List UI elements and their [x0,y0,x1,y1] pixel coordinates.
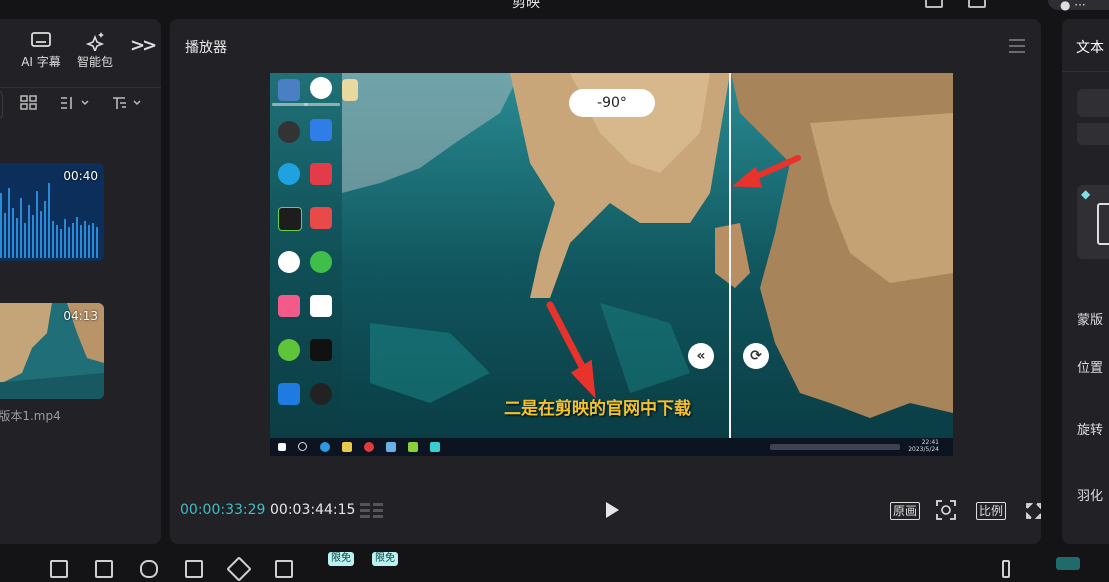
desktop-icon [342,79,358,101]
total-time: 00:03:44:15 [270,502,356,518]
mask-label: 蒙版 [1077,313,1104,328]
expand-tools-icon[interactable]: >> [130,35,157,56]
desktop-icon [310,251,332,273]
desktop-icon [278,339,300,361]
title-bar: 剪映 ● ··· [0,0,1109,14]
tab-text[interactable]: 文本 [1076,37,1104,57]
media-panel: AI 字幕 智能包 >> 00:40 04:13 -版本1.mp4 [0,19,161,544]
diamond-icon: ◆ [1081,187,1091,201]
rotate-label: 旋转 [1077,423,1104,438]
edge-icon [320,442,330,452]
smart-pack-label: 智能包 [76,55,113,69]
window-title: 剪映 [512,0,540,11]
free-badge: 限免 [328,552,354,566]
media-duration: 00:40 [63,169,98,183]
mirror-icon[interactable] [185,560,203,578]
app-icon [364,442,374,452]
layout-icon[interactable] [925,0,943,8]
app-icon [386,442,396,452]
properties-panel: 文本 ◆ 蒙版 位置 旋转 羽化 [1062,19,1109,544]
desktop-icon [278,251,300,273]
grid-view-icon[interactable] [20,93,38,115]
fullscreen-icon[interactable] [1026,503,1041,519]
desktop-icon [278,295,300,317]
timecode-grid-icon[interactable] [359,501,385,521]
desktop-icon [310,207,332,229]
media-duration: 04:13 [63,309,98,323]
app-icon [430,442,440,452]
desktop-icon [310,77,332,99]
start-icon [278,443,286,451]
style-preset-bottom[interactable] [1077,123,1109,145]
split-icon[interactable] [95,560,113,578]
timeline-toggle[interactable] [1056,557,1080,570]
rotation-indicator: -90° [569,89,655,117]
caption-icon [31,32,51,47]
divider [1062,71,1109,72]
mask-shape-icon [1097,203,1109,245]
desktop-icon [310,163,332,185]
divider [0,87,161,88]
desktop-icons [270,73,358,413]
filter-icon[interactable] [112,93,144,115]
desktop-icon [278,121,300,143]
media-item-video[interactable]: 04:13 [0,303,104,399]
position-label: 位置 [1077,361,1104,376]
folder-icon [342,442,352,452]
sort-icon[interactable] [60,93,92,115]
desktop-icon [278,79,300,101]
smart-pack-button[interactable]: 智能包 [68,23,122,77]
crop-icon[interactable] [275,560,293,578]
desktop-icon [278,207,302,231]
video-preview[interactable]: -90° « ⟳ 二是在剪映的官网中下载 22:41 2023/5/24 [270,73,953,456]
mask-preset[interactable]: ◆ [1077,185,1109,259]
ai-caption-button[interactable]: AI 字幕 [14,23,68,77]
search-box-edge[interactable] [0,90,3,120]
rewind-circle-icon[interactable]: « [688,343,714,369]
timeline-toolbar: 限免 限免 [0,548,1109,582]
media-filename: -版本1.mp4 [0,409,61,423]
rotate-icon[interactable] [226,556,252,582]
taskbar-clock: 22:41 2023/5/24 [908,439,939,453]
feather-label: 羽化 [1077,489,1104,504]
export-icon[interactable] [968,0,986,8]
zoom-focus-icon[interactable] [936,500,956,520]
account-pill[interactable]: ● ··· [1048,0,1109,12]
desktop-icon [310,383,332,405]
desktop-icon [278,383,300,405]
freeze-icon[interactable] [140,560,158,578]
ai-caption-label: AI 字幕 [21,55,61,69]
desktop-icon [310,295,332,317]
split-line[interactable] [729,73,731,456]
desktop-icon [310,339,332,361]
desktop-icon [278,163,300,185]
sparkle-icon [85,32,105,51]
style-preset[interactable] [1077,89,1109,117]
original-quality-button[interactable]: 原画 [890,502,921,520]
ratio-button[interactable]: 比例 [976,502,1007,520]
tray-icons [770,444,900,450]
menu-icon[interactable] [1009,39,1025,57]
app-icon [408,442,418,452]
windows-taskbar: 22:41 2023/5/24 [270,438,953,456]
rotate-circle-icon[interactable]: ⟳ [743,343,769,369]
current-time: 00:00:33:29 [180,502,266,518]
player-title: 播放器 [185,40,227,56]
search-icon [298,442,307,451]
video-subtitle: 二是在剪映的官网中下载 [504,399,691,419]
mic-icon[interactable] [1002,560,1010,578]
desktop-icon [310,119,332,141]
account-pill-text: ● ··· [1060,0,1086,12]
play-icon[interactable] [606,502,619,518]
free-badge: 限免 [372,552,398,566]
player-panel: 播放器 -90° « ⟳ 二是在剪映的官网中下载 22:41 2023/5/24… [170,19,1041,544]
select-icon[interactable] [50,560,68,578]
media-item-audio[interactable]: 00:40 [0,163,104,261]
